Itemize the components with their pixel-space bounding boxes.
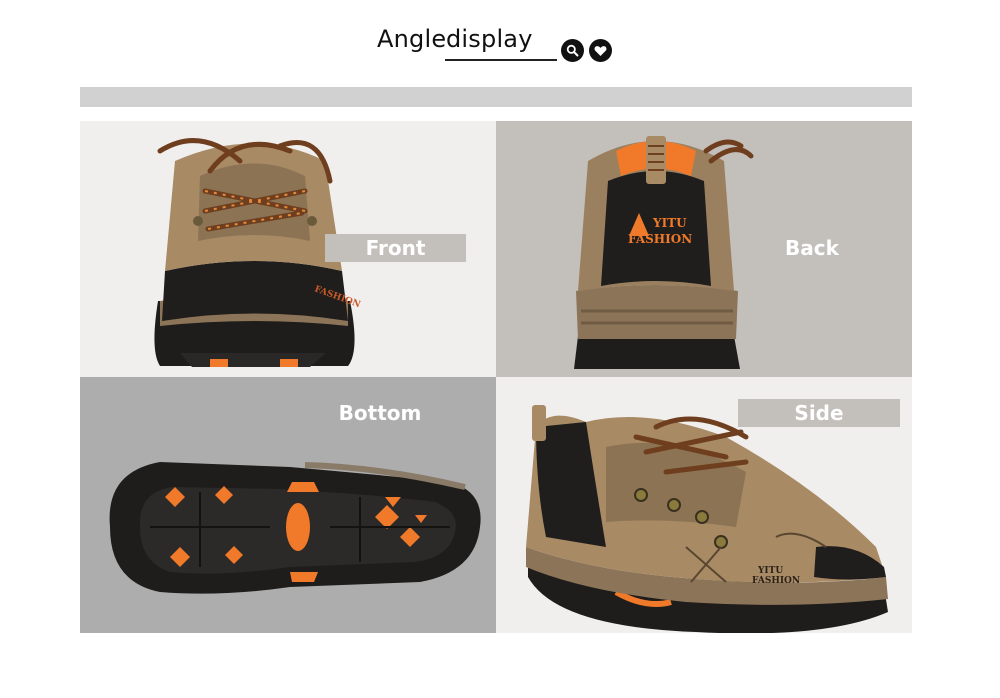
side-brand-line2: FASHION: [752, 576, 800, 586]
side-brand-line1: YITU: [757, 566, 783, 576]
label-side: Side: [738, 399, 900, 427]
divider-bar: [80, 87, 912, 107]
heart-icon: [594, 45, 607, 56]
title-display: display: [446, 25, 533, 53]
back-brand-line2: FASHION: [628, 232, 692, 246]
title-angle: Angle: [377, 25, 447, 53]
favorite-button[interactable]: [589, 39, 612, 62]
label-back: Back: [785, 236, 839, 260]
label-bottom: Bottom: [338, 401, 422, 425]
label-front: Front: [325, 234, 466, 262]
search-button[interactable]: [561, 39, 584, 62]
search-icon: [566, 44, 579, 57]
back-brand-line1: YITU: [652, 216, 687, 230]
title-underline: [445, 59, 557, 61]
page-header: Angle display: [0, 0, 1000, 80]
